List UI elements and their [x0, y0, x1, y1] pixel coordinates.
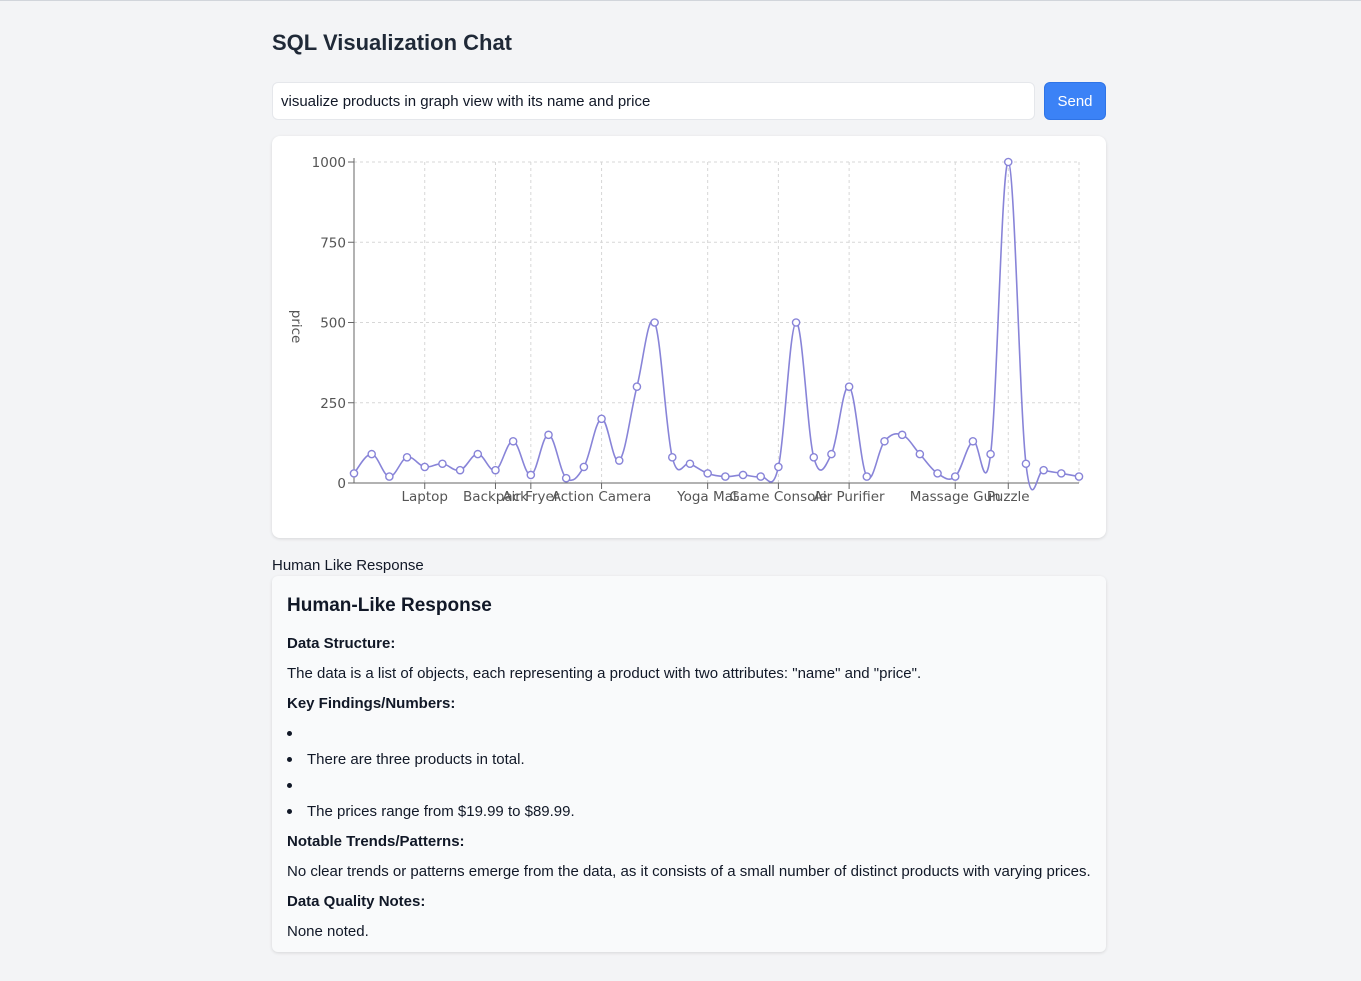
data-point: [385, 472, 394, 481]
data-point: [950, 472, 960, 481]
data-point: [844, 382, 854, 391]
data-point: [827, 449, 836, 459]
page-title: SQL Visualization Chat: [272, 30, 513, 55]
data-point: [721, 472, 730, 481]
data-point: [756, 472, 766, 481]
key-finding-text: There are three products in total.: [307, 751, 525, 768]
quality-heading: Data Quality Notes:: [287, 893, 426, 910]
response-section-label: Human Like Response: [272, 557, 424, 574]
data-point: [968, 436, 978, 446]
trends-heading: Notable Trends/Patterns:: [287, 833, 465, 850]
x-tick-label: Action Camera: [552, 489, 652, 505]
data-point: [420, 462, 430, 472]
key-findings-heading: Key Findings/Numbers:: [287, 695, 456, 712]
data-point: [438, 459, 447, 469]
bullet-icon: [287, 731, 292, 736]
data-point: [809, 453, 819, 462]
data-point: [508, 436, 518, 446]
data-point: [862, 472, 872, 481]
data-point: [579, 462, 589, 472]
data-point: [880, 436, 889, 446]
query-input[interactable]: [272, 82, 1035, 120]
response-card: Human-Like Response Data Structure: The …: [272, 576, 1106, 952]
x-tick-label: Air Purifier: [814, 489, 885, 505]
key-finding-text: The prices range from $19.99 to $89.99.: [307, 803, 575, 820]
response-title: Human-Like Response: [287, 595, 492, 616]
y-tick-label: 500: [320, 316, 346, 332]
key-finding-item: There are three products in total.: [287, 751, 1091, 777]
key-findings-list: There are three products in total. The p…: [287, 725, 1091, 829]
bullet-icon: [287, 783, 292, 788]
price-line-chart: 02505007501000Laptop BackpackAir FryerAct…: [288, 155, 1084, 505]
trends-text: No clear trends or patterns emerge from …: [287, 863, 1091, 880]
y-axis-title: price: [288, 310, 304, 344]
bullet-icon: [287, 809, 292, 814]
y-tick-label: 750: [320, 235, 346, 251]
data-point: [1074, 472, 1084, 481]
data-point: [791, 318, 801, 327]
key-finding-item: The prices range from $19.99 to $89.99.: [287, 803, 1091, 829]
data-point: [703, 469, 712, 478]
quality-text: None noted.: [287, 923, 369, 940]
data-point: [1039, 465, 1048, 475]
data-point: [491, 465, 500, 475]
data-point: [349, 469, 359, 478]
data-point: [367, 449, 376, 459]
x-tick-label: Laptop: [401, 489, 448, 505]
data-point: [738, 470, 748, 480]
data-point: [473, 449, 483, 459]
y-tick-label: 250: [320, 396, 346, 412]
chart-card: 0 250 500 750 1000 Laptop Backpack Air Fryer Act…: [272, 136, 1106, 538]
data-point: [455, 465, 465, 475]
data-point: [632, 382, 642, 391]
data-point: [1057, 469, 1066, 478]
data-point: [667, 453, 677, 462]
data-point: [526, 470, 536, 480]
data-point: [561, 473, 571, 483]
response-body: Data Structure: The data is a list of ob…: [287, 635, 1091, 953]
data-point: [986, 449, 995, 459]
key-finding-item: [287, 725, 1091, 751]
data-point: [650, 318, 659, 327]
key-finding-item: [287, 777, 1091, 803]
data-point: [685, 459, 695, 469]
data-structure-heading: Data Structure:: [287, 635, 396, 652]
data-structure-text: The data is a list of objects, each repr…: [287, 665, 922, 682]
data-point: [544, 430, 553, 440]
data-point: [1021, 459, 1031, 469]
data-point: [597, 414, 606, 424]
data-point: [614, 456, 624, 465]
y-tick-label: 0: [337, 476, 346, 492]
data-point: [897, 430, 907, 440]
data-point: [915, 449, 925, 459]
x-tick-label: Puzzle: [987, 489, 1030, 505]
data-point: [402, 453, 412, 462]
data-point: [933, 469, 942, 478]
y-tick-label: 1000: [312, 155, 346, 171]
data-point: [1003, 157, 1013, 167]
data-point: [774, 462, 783, 472]
bullet-icon: [287, 757, 292, 762]
send-button[interactable]: Send: [1044, 82, 1106, 120]
